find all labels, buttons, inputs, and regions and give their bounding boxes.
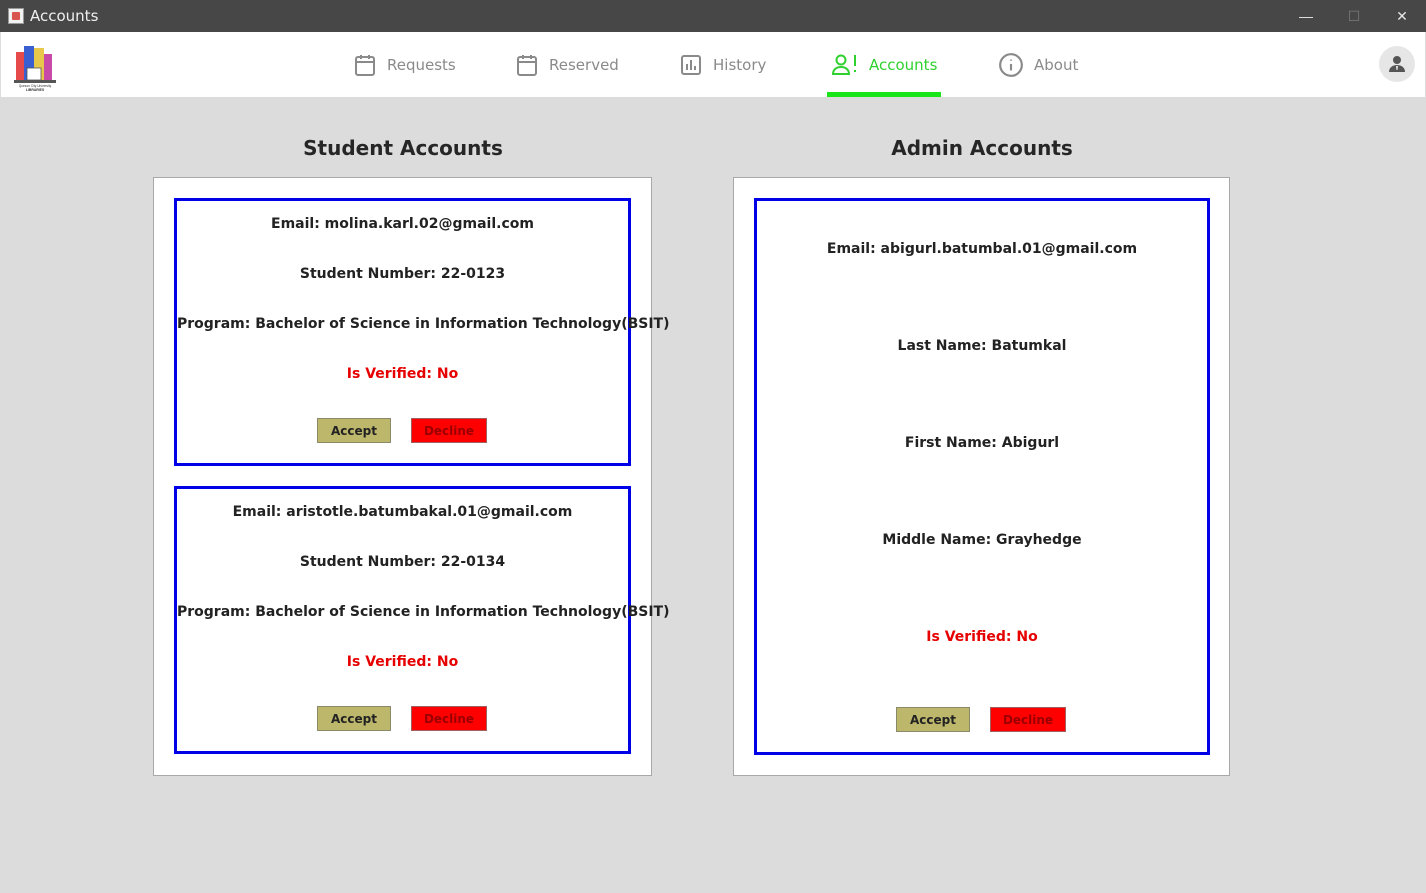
- accept-button[interactable]: Accept: [317, 418, 391, 443]
- student-accounts-title: Student Accounts: [303, 136, 503, 160]
- nav-accounts-label: Accounts: [869, 55, 938, 74]
- nav-reserved[interactable]: Reserved: [515, 32, 619, 97]
- student-verified-status: Is Verified: No: [346, 654, 459, 670]
- nav-requests-label: Requests: [387, 55, 456, 74]
- nav-requests[interactable]: Requests: [353, 32, 456, 97]
- decline-button[interactable]: Decline: [411, 418, 487, 443]
- maximize-button[interactable]: ☐: [1330, 0, 1378, 32]
- nav-about-label: About: [1034, 55, 1079, 74]
- admin-accounts-title: Admin Accounts: [891, 136, 1073, 160]
- close-button[interactable]: ✕: [1378, 0, 1426, 32]
- nav-history[interactable]: History: [679, 32, 766, 97]
- nav-history-label: History: [713, 55, 767, 74]
- admin-account-card: Email: abigurl.batumbal.01@gmail.com Las…: [754, 198, 1210, 755]
- calendar-icon: [517, 54, 537, 76]
- student-program: Program: Bachelor of Science in Informat…: [177, 604, 670, 620]
- bar-chart-icon: [681, 54, 701, 75]
- student-accounts-panel[interactable]: Email: molina.karl.02@gmail.com Student …: [153, 177, 670, 776]
- student-number: Student Number: 22-0123: [299, 266, 506, 282]
- active-tab-underline: [827, 92, 942, 97]
- window-title: Accounts: [30, 7, 99, 25]
- minimize-button[interactable]: —: [1282, 0, 1330, 32]
- admin-middle-name: Middle Name: Grayhedge: [882, 532, 1082, 548]
- library-logo: Quezon City University LIBRARIES: [14, 46, 56, 92]
- calendar-icon: [355, 54, 375, 76]
- top-navbar: Quezon City University LIBRARIES Request…: [1, 32, 1425, 97]
- admin-email: Email: abigurl.batumbal.01@gmail.com: [826, 241, 1138, 257]
- accept-button[interactable]: Accept: [896, 707, 970, 732]
- nav-reserved-label: Reserved: [549, 55, 619, 74]
- info-icon: [999, 52, 1023, 77]
- student-number: Student Number: 22-0134: [299, 554, 506, 570]
- student-email: Email: aristotle.batumbakal.01@gmail.com: [232, 504, 573, 520]
- window-titlebar: Accounts — ☐ ✕: [0, 0, 1426, 32]
- window-controls: — ☐ ✕: [1282, 0, 1426, 32]
- admin-first-name: First Name: Abigurl: [904, 435, 1060, 451]
- user-profile-icon: [1389, 56, 1405, 72]
- logo-text-bottom: LIBRARIES: [26, 88, 45, 92]
- user-alert-icon: [831, 54, 856, 75]
- admin-accounts-panel[interactable]: Email: abigurl.batumbal.01@gmail.com Las…: [733, 177, 1230, 776]
- java-app-icon: [8, 8, 24, 24]
- admin-verified-status: Is Verified: No: [926, 629, 1038, 645]
- nav-accounts[interactable]: Accounts: [827, 32, 942, 97]
- nav-about[interactable]: About: [998, 32, 1078, 97]
- student-account-card: Email: aristotle.batumbakal.01@gmail.com…: [174, 486, 670, 754]
- student-verified-status: Is Verified: No: [346, 366, 459, 382]
- decline-button[interactable]: Decline: [990, 707, 1066, 732]
- accept-button[interactable]: Accept: [317, 706, 391, 731]
- student-program: Program: Bachelor of Science in Informat…: [177, 316, 670, 332]
- student-email: Email: molina.karl.02@gmail.com: [271, 216, 534, 232]
- decline-button[interactable]: Decline: [411, 706, 487, 731]
- profile-button[interactable]: [1379, 46, 1415, 82]
- student-account-card: Email: molina.karl.02@gmail.com Student …: [174, 198, 670, 466]
- admin-last-name: Last Name: Batumkal: [897, 338, 1067, 354]
